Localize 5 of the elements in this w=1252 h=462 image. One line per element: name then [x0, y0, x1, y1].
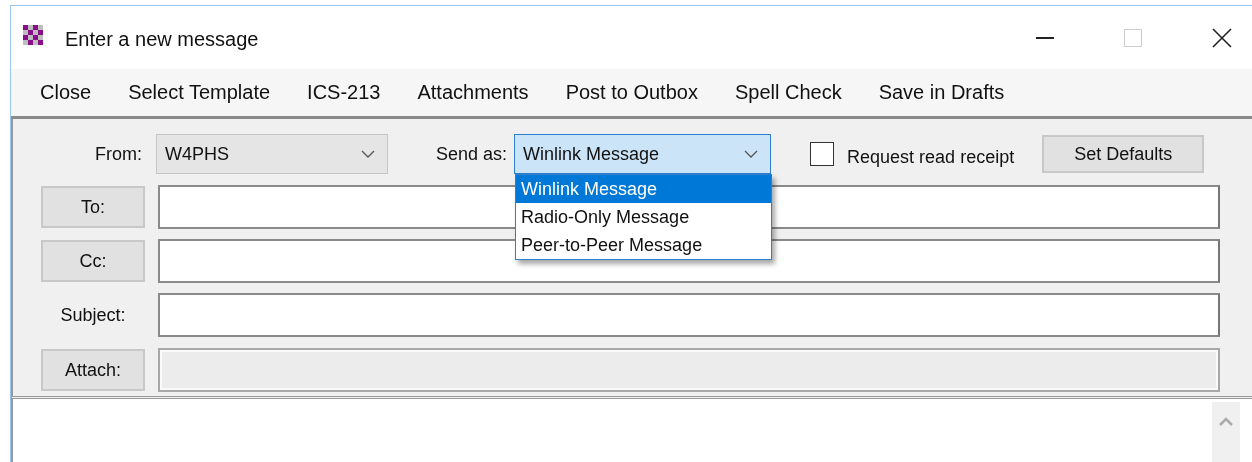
window-title: Enter a new message: [65, 28, 259, 51]
from-label: From:: [94, 143, 142, 165]
send-as-label: Send as:: [436, 143, 508, 165]
field-label: Subject:: [60, 304, 126, 325]
checkbox-label: Request read receipt: [847, 146, 1015, 168]
